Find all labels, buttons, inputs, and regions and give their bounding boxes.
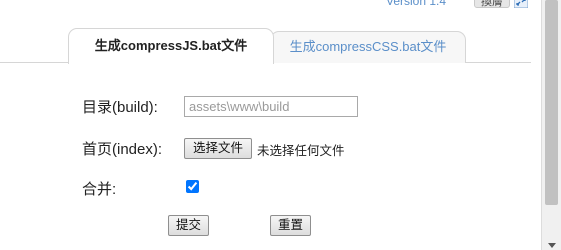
choose-file-button[interactable]: 选择文件 <box>184 138 253 159</box>
merge-checkbox[interactable] <box>186 180 199 193</box>
build-label: 目录(build): <box>82 99 158 116</box>
submit-button[interactable]: 提交 <box>168 215 210 236</box>
version-label: Version 1.4 <box>386 0 447 8</box>
index-label: 首页(index): <box>82 141 163 158</box>
scrollbar-thumb[interactable] <box>545 0 558 205</box>
reset-button[interactable]: 重置 <box>270 215 312 236</box>
build-input[interactable] <box>184 96 358 117</box>
tab-compress-css[interactable]: 生成compressCSS.bat文件 <box>270 31 466 63</box>
merge-label: 合并: <box>82 181 117 198</box>
scroll-down-arrow-icon[interactable] <box>548 243 556 248</box>
tab-compress-js[interactable]: 生成compressJS.bat文件 <box>68 28 274 64</box>
expand-icon[interactable] <box>514 0 528 8</box>
vertical-scrollbar[interactable] <box>541 0 561 250</box>
skin-button[interactable]: 換膚 <box>474 0 510 8</box>
file-status-text: 未选择任何文件 <box>257 144 345 158</box>
